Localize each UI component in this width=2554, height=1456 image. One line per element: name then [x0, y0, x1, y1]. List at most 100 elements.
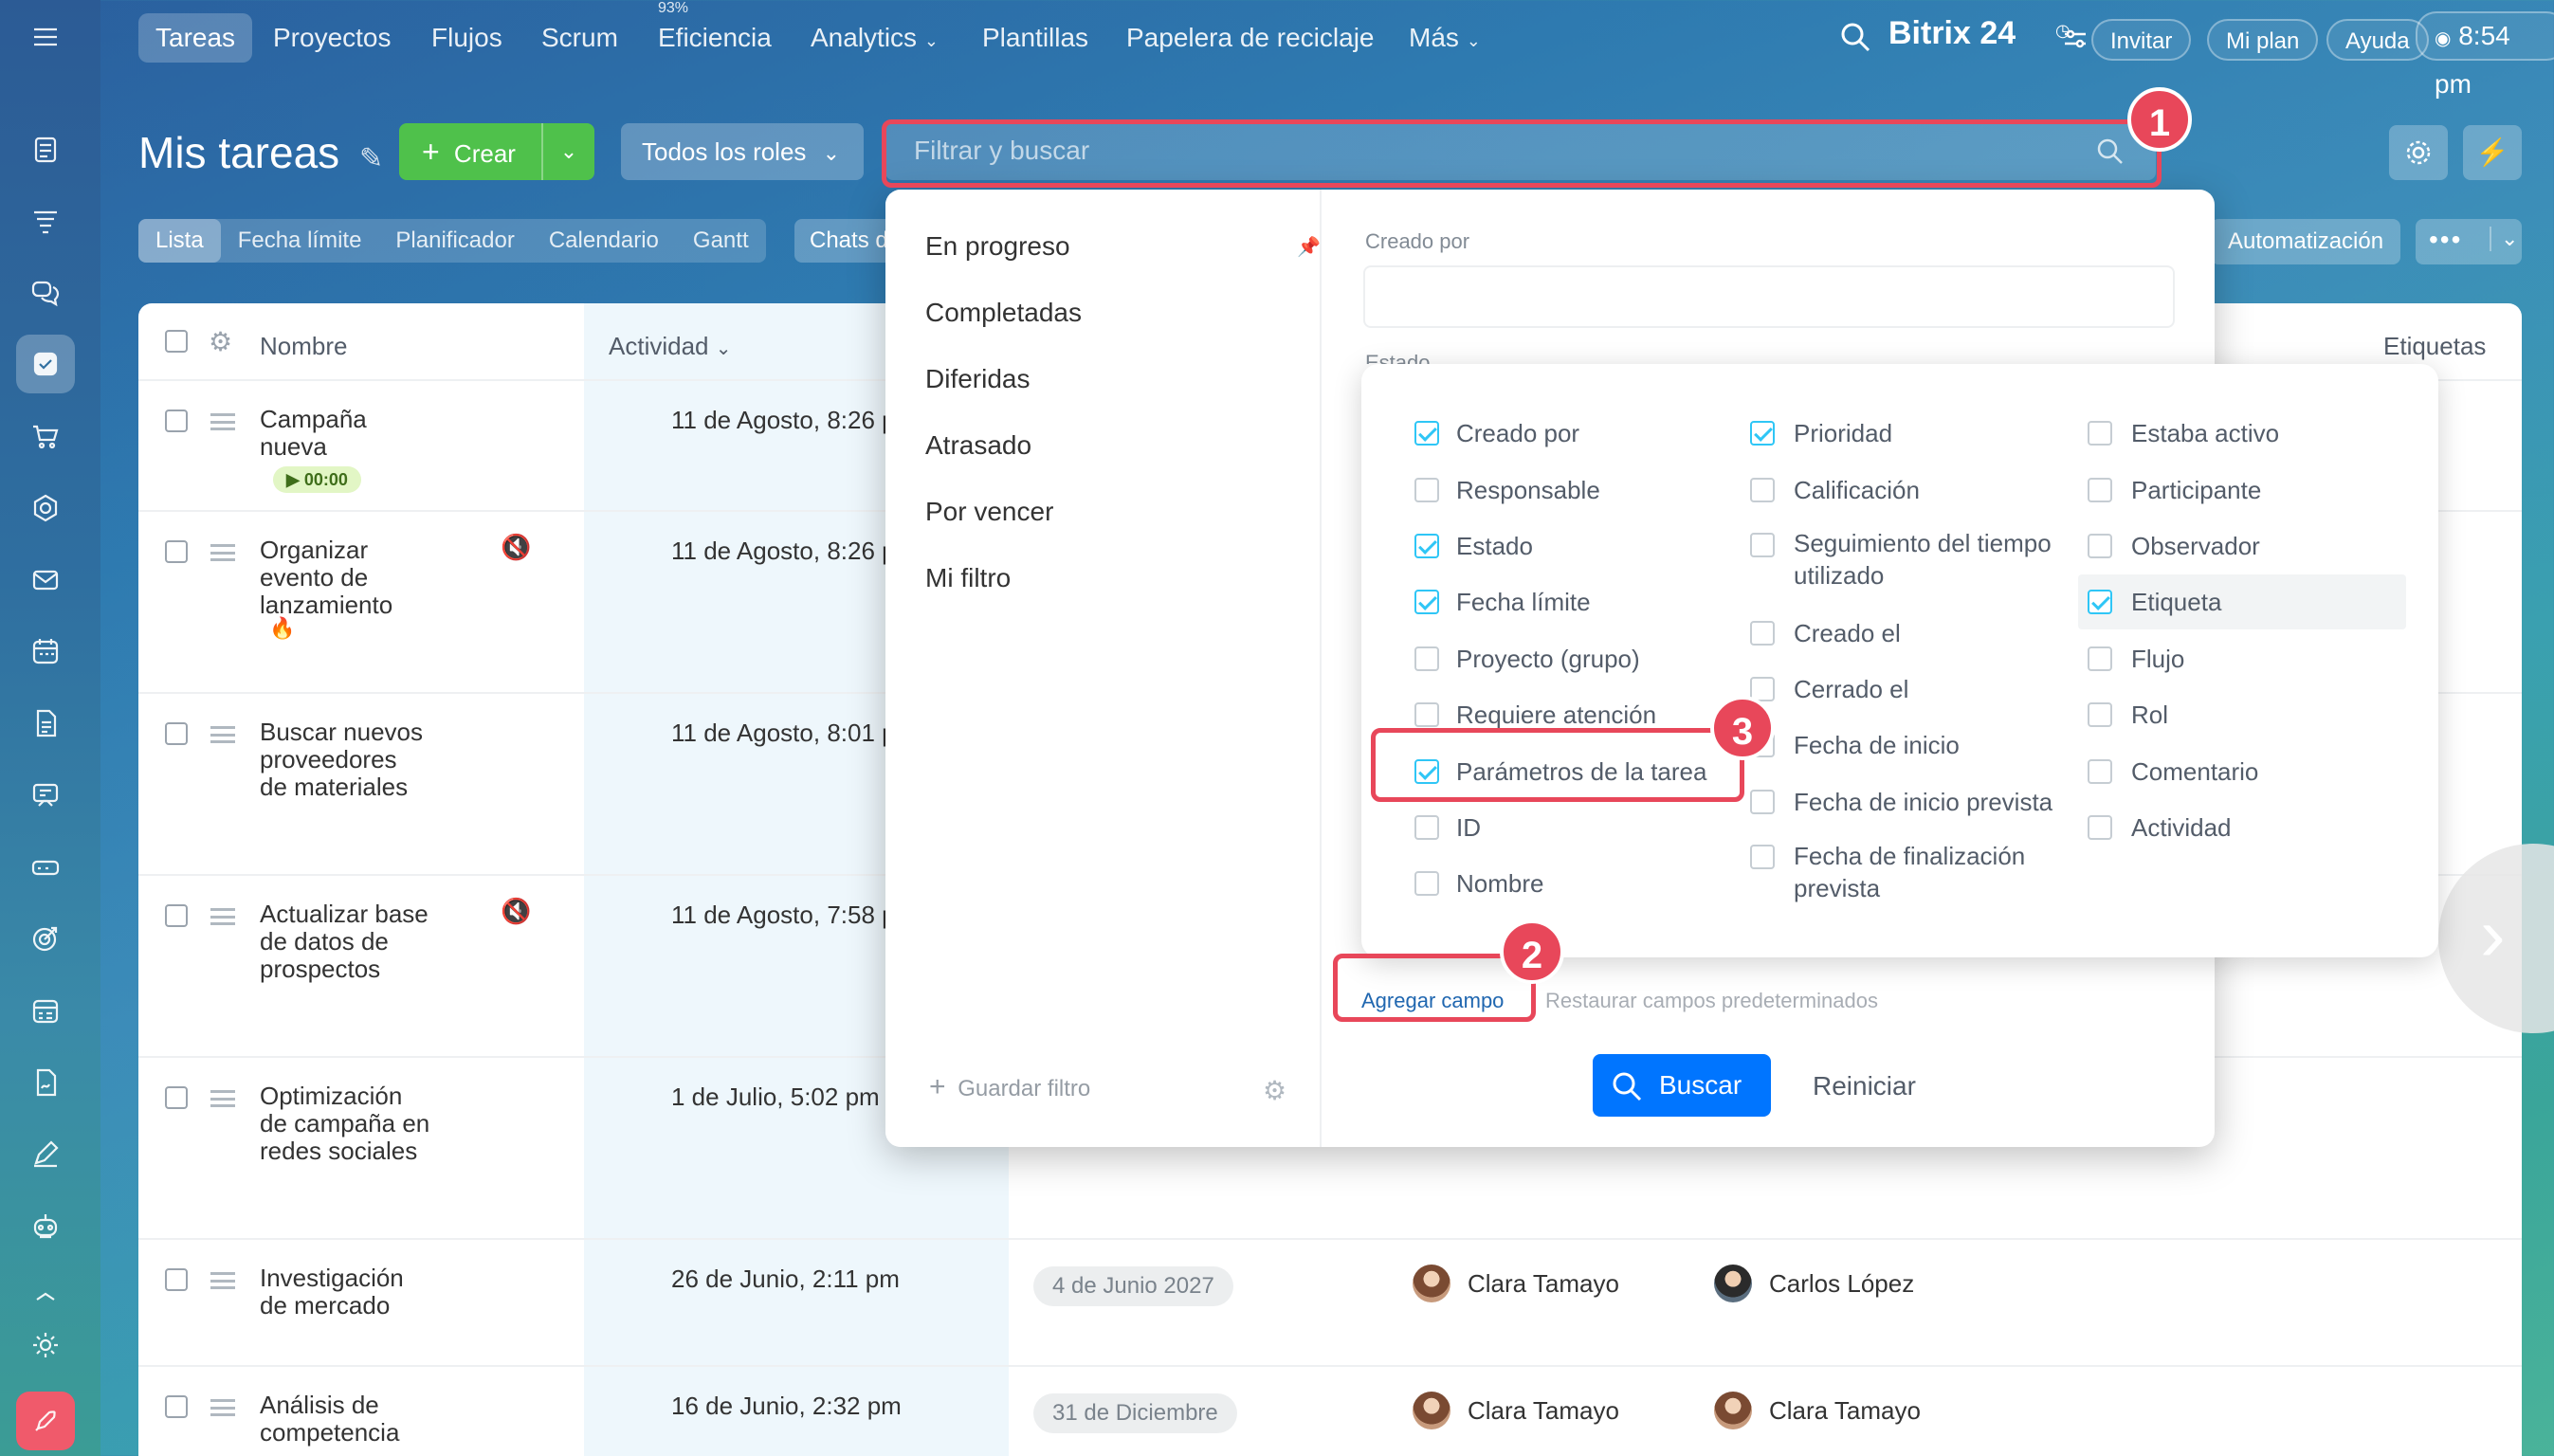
tab-calendario[interactable]: Calendario	[532, 219, 676, 263]
target-icon[interactable]	[16, 909, 75, 968]
field-checkbox-estaba-activo[interactable]	[2088, 421, 2112, 446]
row-checkbox[interactable]	[165, 540, 188, 563]
robot-icon[interactable]	[16, 1196, 75, 1255]
rocket-icon[interactable]	[16, 1392, 75, 1450]
field-label[interactable]: Fecha límite	[1456, 586, 1591, 618]
responsible-cell[interactable]: Carlos López	[1714, 1265, 1914, 1302]
field-checkbox-fecha-finalizacion[interactable]	[1750, 845, 1775, 869]
field-checkbox-requiere-atencion[interactable]	[1414, 702, 1439, 727]
field-label[interactable]: Fecha de inicio	[1794, 729, 1960, 761]
field-checkbox-fecha-limite[interactable]	[1414, 590, 1439, 614]
row-checkbox[interactable]	[165, 1086, 188, 1109]
preset-completadas[interactable]: Completadas	[925, 298, 1082, 328]
field-checkbox-proyecto[interactable]	[1414, 646, 1439, 671]
pin-icon[interactable]: ✎	[359, 143, 383, 174]
preset-diferidas[interactable]: Diferidas	[925, 364, 1030, 394]
task-name[interactable]: Investigación de mercado	[260, 1265, 430, 1320]
gear-icon[interactable]: ⚙	[1263, 1075, 1286, 1106]
settings-button[interactable]	[2389, 125, 2448, 180]
field-label[interactable]: Comentario	[2131, 755, 2258, 788]
funnel-icon[interactable]	[16, 191, 75, 250]
mute-icon[interactable]: 🔇	[501, 897, 531, 926]
cart-icon[interactable]	[16, 407, 75, 465]
board-icon[interactable]	[16, 766, 75, 825]
task-name[interactable]: Buscar nuevos proveedores de materiales	[260, 719, 430, 801]
field-checkbox-responsable[interactable]	[1414, 478, 1439, 502]
feed-icon[interactable]	[16, 120, 75, 179]
field-label[interactable]: Responsable	[1456, 474, 1600, 506]
header-name[interactable]: Nombre	[260, 332, 347, 361]
field-label[interactable]: Calificación	[1794, 474, 1920, 506]
mail-icon[interactable]	[16, 551, 75, 610]
preset-atrasado[interactable]: Atrasado	[925, 430, 1031, 461]
field-checkbox-comentario[interactable]	[2088, 759, 2112, 784]
tab-lista[interactable]: Lista	[138, 219, 221, 263]
create-button[interactable]: + Crear ⌄	[399, 123, 594, 180]
hexagon-icon[interactable]	[16, 479, 75, 537]
task-name[interactable]: Optimización de campaña en redes sociale…	[260, 1083, 430, 1165]
drag-handle-icon[interactable]	[210, 1399, 235, 1416]
drag-handle-icon[interactable]	[210, 1272, 235, 1289]
preset-en-progreso[interactable]: En progreso	[925, 231, 1070, 262]
task-name[interactable]: Organizar evento de lanzamiento	[260, 537, 430, 619]
field-label[interactable]: Estado	[1456, 530, 1533, 562]
field-label[interactable]: Rol	[2131, 699, 2168, 731]
field-label[interactable]: Actividad	[2131, 811, 2232, 844]
field-checkbox-flujo[interactable]	[2088, 646, 2112, 671]
deadline-badge[interactable]: 31 de Diciembre	[1033, 1393, 1237, 1433]
field-checkbox-rol[interactable]	[2088, 702, 2112, 727]
sliders-icon[interactable]	[2061, 25, 2089, 58]
roles-dropdown[interactable]: Todos los roles ⌄	[621, 123, 864, 180]
row-checkbox[interactable]	[165, 904, 188, 927]
nav-proyectos[interactable]: Proyectos	[273, 13, 392, 63]
field-label[interactable]: Creado por	[1456, 417, 1579, 449]
task-name[interactable]: Análisis de competencia	[260, 1392, 430, 1447]
menu-icon[interactable]	[16, 8, 75, 66]
nav-mas[interactable]: Más ⌄	[1409, 13, 1481, 63]
field-label[interactable]: ID	[1456, 811, 1481, 844]
field-checkbox-fecha-inicio-prevista[interactable]	[1750, 790, 1775, 814]
creator-cell[interactable]: Clara Tamayo	[1413, 1392, 1619, 1429]
field-checkbox-etiqueta[interactable]	[2088, 590, 2112, 614]
nav-tareas[interactable]: Tareas	[138, 13, 253, 63]
deadline-badge[interactable]: 4 de Junio 2027	[1033, 1266, 1233, 1306]
task-name[interactable]: Campaña nueva	[260, 406, 430, 461]
drag-handle-icon[interactable]	[210, 908, 235, 925]
save-filter-button[interactable]: + Guardar filtro	[929, 1071, 1090, 1103]
task-name[interactable]: Actualizar base de datos de prospectos	[260, 901, 430, 983]
help-button[interactable]: Ayuda	[2326, 19, 2429, 61]
field-label[interactable]: Nombre	[1456, 867, 1543, 900]
preset-por-vencer[interactable]: Por vencer	[925, 497, 1053, 527]
preset-mi-filtro[interactable]: Mi filtro	[925, 563, 1011, 593]
nav-scrum[interactable]: Scrum	[541, 13, 618, 63]
nav-analytics[interactable]: Analytics ⌄	[811, 13, 939, 63]
brand-logo[interactable]: Bitrix 24	[1888, 15, 2016, 52]
field-label[interactable]: Flujo	[2131, 643, 2184, 675]
nav-eficiencia[interactable]: Eficiencia	[658, 13, 772, 63]
field-label[interactable]: Participante	[2131, 474, 2261, 506]
schedule-icon[interactable]	[16, 981, 75, 1040]
field-label[interactable]: Fecha de finalización prevista	[1794, 840, 2078, 904]
table-row[interactable]: Análisis de competencia 16 de Junio, 2:3…	[138, 1365, 2522, 1456]
pin-icon[interactable]: 📌	[1297, 235, 1321, 259]
field-label[interactable]: Fecha de inicio prevista	[1794, 786, 2052, 818]
document-icon[interactable]	[16, 694, 75, 753]
row-checkbox[interactable]	[165, 1395, 188, 1418]
calendar-icon[interactable]	[16, 622, 75, 681]
sign-document-icon[interactable]	[16, 1053, 75, 1112]
automation-button[interactable]: Automatización	[2211, 219, 2401, 264]
tab-planificador[interactable]: Planificador	[378, 219, 531, 263]
field-label[interactable]: Cerrado el	[1794, 673, 1908, 705]
gear-icon[interactable]: ⚙	[209, 326, 232, 357]
tasks-icon[interactable]	[16, 335, 75, 393]
mute-icon[interactable]: 🔇	[501, 533, 531, 562]
search-icon[interactable]	[1839, 21, 1871, 58]
more-actions-button[interactable]: ••• ⌄	[2416, 219, 2522, 264]
table-row[interactable]: Investigación de mercado 26 de Junio, 2:…	[138, 1238, 2522, 1365]
nav-flujos[interactable]: Flujos	[431, 13, 502, 63]
drive-icon[interactable]	[16, 838, 75, 897]
field-checkbox-nombre[interactable]	[1414, 871, 1439, 896]
field-checkbox-seguimiento[interactable]	[1750, 533, 1775, 557]
field-checkbox-calificacion[interactable]	[1750, 478, 1775, 502]
nav-plantillas[interactable]: Plantillas	[982, 13, 1088, 63]
